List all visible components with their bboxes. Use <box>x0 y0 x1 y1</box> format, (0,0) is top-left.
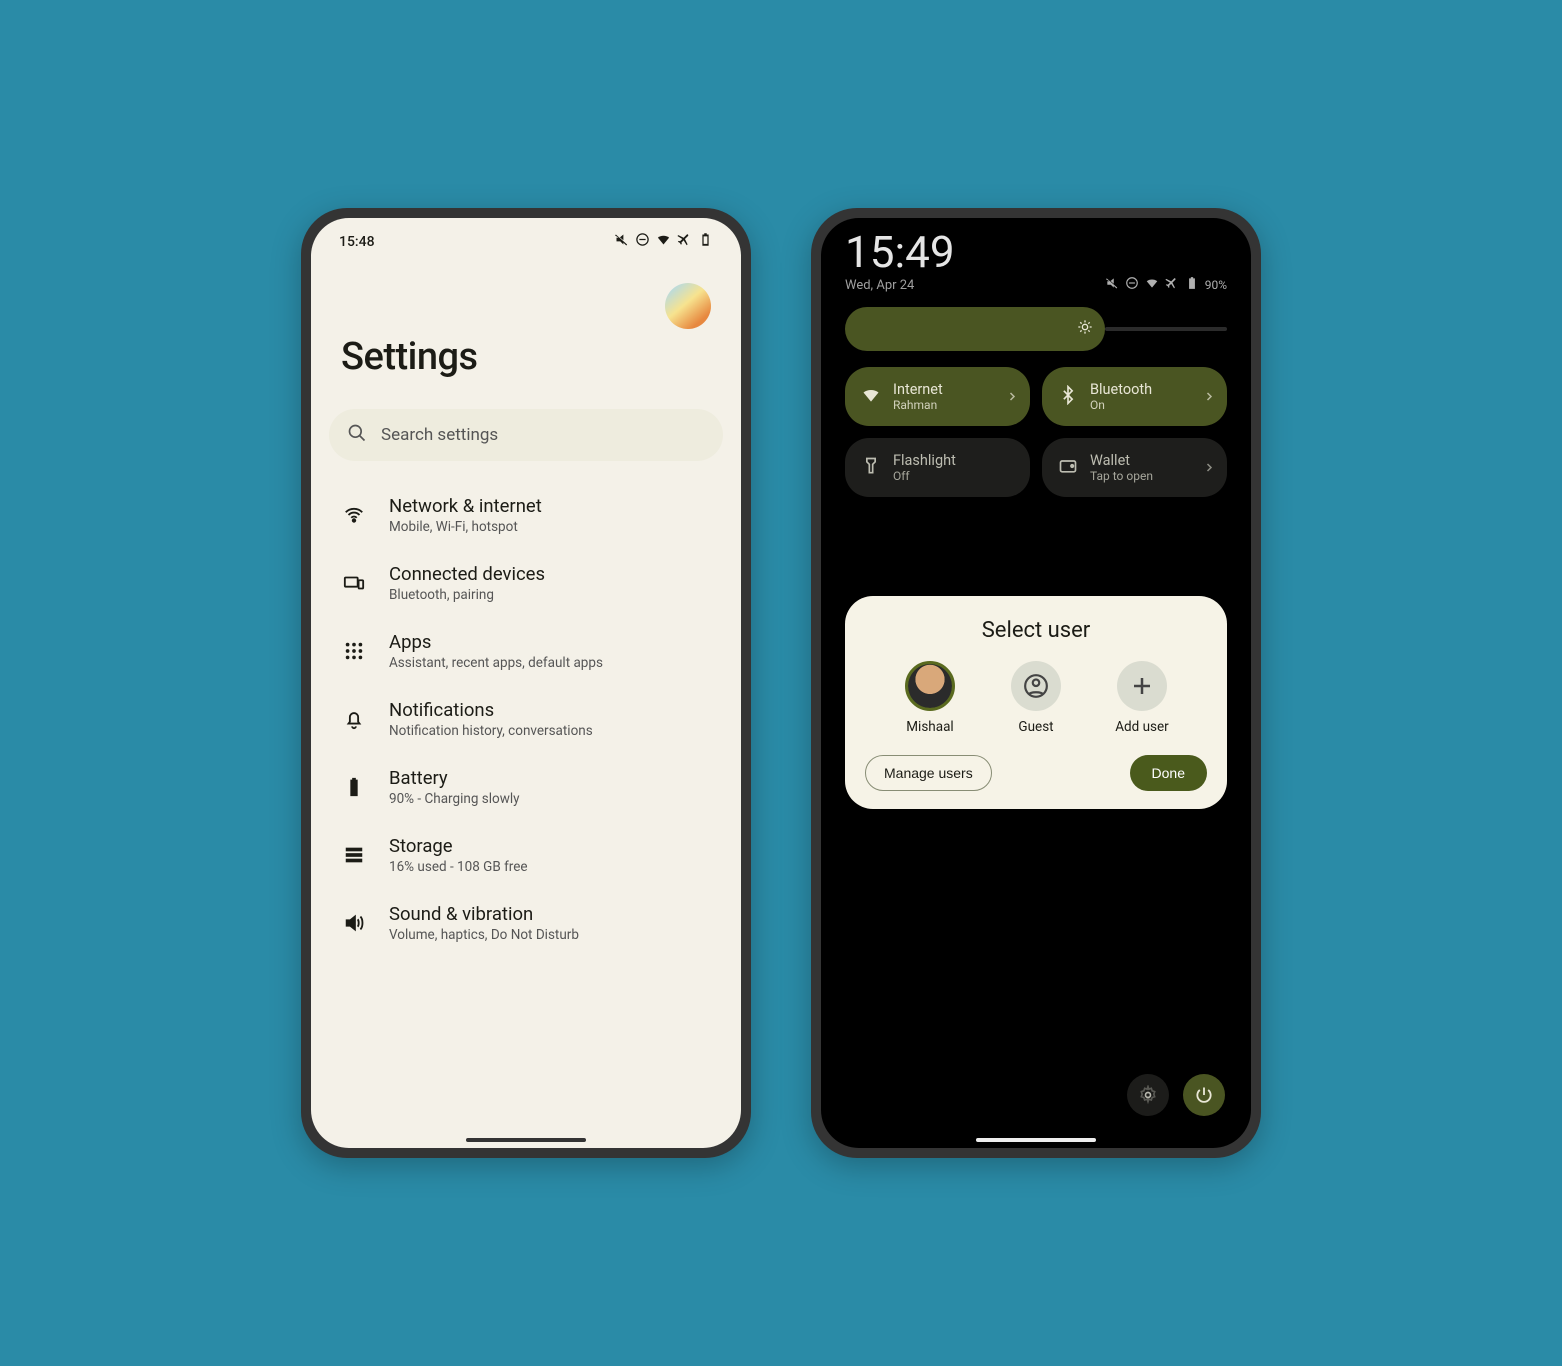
apps-icon <box>341 638 367 664</box>
wallet-icon <box>1058 456 1078 480</box>
item-apps[interactable]: Apps Assistant, recent apps, default apps <box>325 617 727 685</box>
brightness-icon <box>1077 319 1093 339</box>
tile-sub: Tap to open <box>1090 469 1153 483</box>
bluetooth-icon <box>1058 385 1078 409</box>
modal-title: Select user <box>865 618 1207 643</box>
phone-right: 15:49 Wed, Apr 24 90% <box>811 208 1261 1158</box>
sound-icon <box>341 910 367 936</box>
manage-users-button[interactable]: Manage users <box>865 755 992 791</box>
tile-sub: Rahman <box>893 398 943 412</box>
storage-icon <box>341 842 367 868</box>
phone-left: 15:48 Settings Search settings Network &… <box>301 208 751 1158</box>
item-storage[interactable]: Storage 16% used - 108 GB free <box>325 821 727 889</box>
item-sound[interactable]: Sound & vibration Volume, haptics, Do Not… <box>325 889 727 957</box>
qs-header: 15:49 Wed, Apr 24 90% <box>845 226 1227 293</box>
battery-icon <box>341 774 367 800</box>
search-icon <box>347 423 367 447</box>
item-sub: Notification history, conversations <box>389 723 593 739</box>
item-connected-devices[interactable]: Connected devices Bluetooth, pairing <box>325 549 727 617</box>
tile-title: Flashlight <box>893 452 956 469</box>
mute-icon <box>614 232 629 251</box>
item-sub: Bluetooth, pairing <box>389 587 545 603</box>
item-sub: 90% - Charging slowly <box>389 791 520 807</box>
clock-text: 15:48 <box>339 234 375 250</box>
battery-pct: 90% <box>1205 278 1227 292</box>
tile-title: Wallet <box>1090 452 1153 469</box>
item-sub: Assistant, recent apps, default apps <box>389 655 603 671</box>
item-sub: Volume, haptics, Do Not Disturb <box>389 927 579 943</box>
chevron-right-icon <box>1203 387 1215 406</box>
wifi-icon <box>656 232 671 251</box>
avatar <box>905 661 955 711</box>
user-guest[interactable]: Guest <box>998 661 1074 735</box>
user-list: Mishaal Guest Add user <box>865 661 1207 735</box>
brightness-slider[interactable] <box>845 307 1227 351</box>
tile-wallet[interactable]: WalletTap to open <box>1042 438 1227 497</box>
item-title: Sound & vibration <box>389 903 579 925</box>
profile-row <box>311 257 741 335</box>
item-sub: 16% used - 108 GB free <box>389 859 528 875</box>
status-icons: 90% <box>1105 276 1227 293</box>
wifi-icon <box>1145 276 1159 293</box>
guest-icon <box>1011 661 1061 711</box>
tile-sub: On <box>1090 398 1152 412</box>
item-network[interactable]: Network & internet Mobile, Wi-Fi, hotspot <box>325 481 727 549</box>
select-user-modal: Select user Mishaal Guest Add user Manag… <box>845 596 1227 809</box>
item-title: Storage <box>389 835 528 857</box>
tile-flashlight[interactable]: FlashlightOff <box>845 438 1030 497</box>
status-bar: 15:48 <box>311 218 741 257</box>
page-title: Settings <box>311 335 741 401</box>
settings-button[interactable] <box>1127 1074 1169 1116</box>
item-title: Network & internet <box>389 495 542 517</box>
user-name: Guest <box>1018 719 1053 735</box>
tile-title: Bluetooth <box>1090 381 1152 398</box>
nav-bar[interactable] <box>976 1138 1096 1142</box>
mute-icon <box>1105 276 1119 293</box>
screen-quick-settings: 15:49 Wed, Apr 24 90% <box>821 218 1251 1148</box>
item-title: Connected devices <box>389 563 545 585</box>
wifi-icon <box>861 385 881 409</box>
item-battery[interactable]: Battery 90% - Charging slowly <box>325 753 727 821</box>
user-add[interactable]: Add user <box>1104 661 1180 735</box>
qs-tiles: InternetRahman BluetoothOn FlashlightOff… <box>845 367 1227 497</box>
dnd-icon <box>635 232 650 251</box>
airplane-icon <box>1165 276 1179 293</box>
bell-icon <box>341 706 367 732</box>
screen-settings: 15:48 Settings Search settings Network &… <box>311 218 741 1148</box>
qs-footer <box>1127 1074 1225 1116</box>
item-notifications[interactable]: Notifications Notification history, conve… <box>325 685 727 753</box>
airplane-icon <box>677 232 692 251</box>
item-title: Battery <box>389 767 520 789</box>
done-button[interactable]: Done <box>1130 755 1207 791</box>
chevron-right-icon <box>1006 387 1018 406</box>
user-name: Mishaal <box>906 719 953 735</box>
tile-bluetooth[interactable]: BluetoothOn <box>1042 367 1227 426</box>
battery-icon <box>1185 276 1199 293</box>
chevron-right-icon <box>1203 458 1215 477</box>
search-placeholder: Search settings <box>381 425 498 445</box>
flashlight-icon <box>861 456 881 480</box>
item-sub: Mobile, Wi-Fi, hotspot <box>389 519 542 535</box>
power-button[interactable] <box>1183 1074 1225 1116</box>
date-text: Wed, Apr 24 <box>845 278 955 293</box>
user-mishaal[interactable]: Mishaal <box>892 661 968 735</box>
plus-icon <box>1117 661 1167 711</box>
devices-icon <box>341 570 367 596</box>
profile-avatar[interactable] <box>665 283 711 329</box>
tile-internet[interactable]: InternetRahman <box>845 367 1030 426</box>
user-name: Add user <box>1115 719 1169 735</box>
status-icons <box>614 232 713 251</box>
tile-title: Internet <box>893 381 943 398</box>
nav-bar[interactable] <box>466 1138 586 1142</box>
search-bar[interactable]: Search settings <box>329 409 723 461</box>
dnd-icon <box>1125 276 1139 293</box>
clock-text: 15:49 <box>845 226 955 278</box>
settings-list: Network & internet Mobile, Wi-Fi, hotspot… <box>311 481 741 957</box>
tile-sub: Off <box>893 469 956 483</box>
wifi-icon <box>341 502 367 528</box>
item-title: Apps <box>389 631 603 653</box>
battery-icon <box>698 232 713 251</box>
item-title: Notifications <box>389 699 593 721</box>
